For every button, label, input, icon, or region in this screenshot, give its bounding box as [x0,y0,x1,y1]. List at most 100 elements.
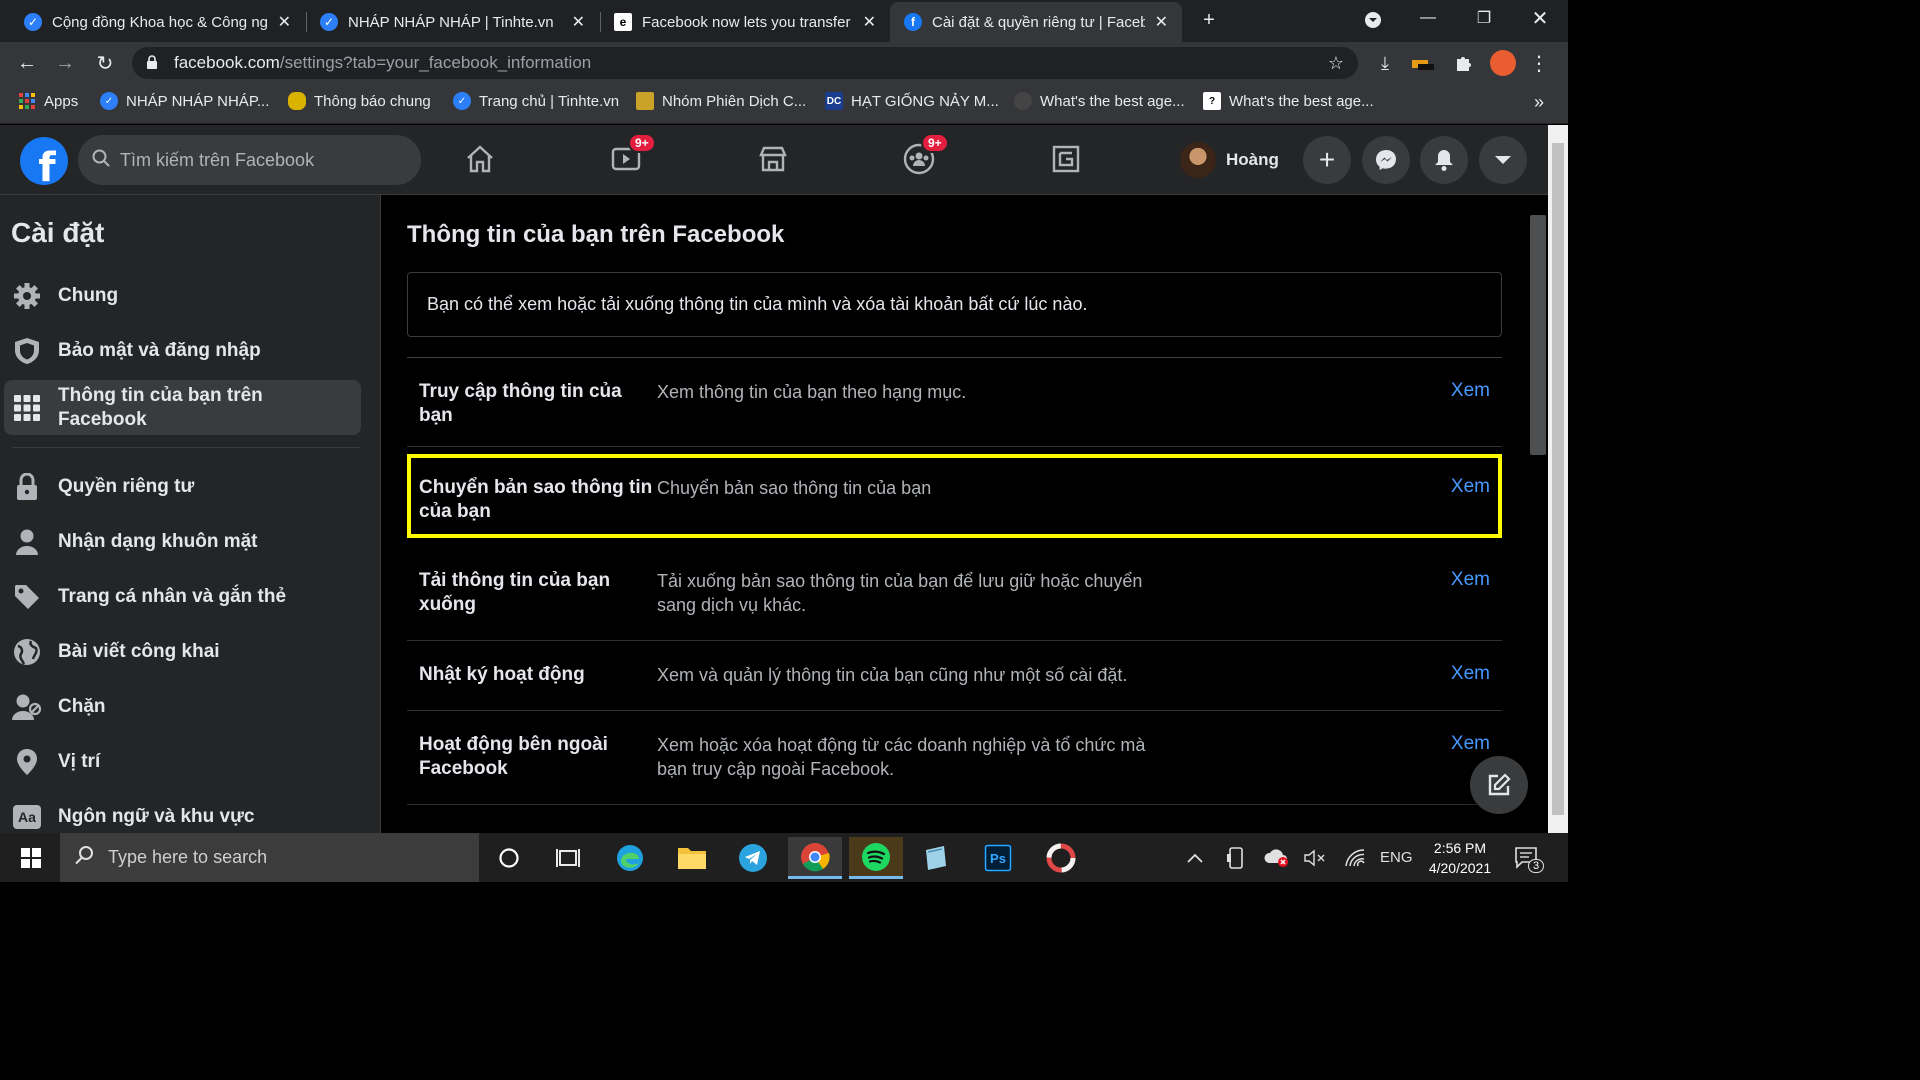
new-message-compose-icon[interactable] [1470,756,1528,814]
bookmark-tinhte-home[interactable]: ✓ Trang chủ | Tinhte.vn [453,92,619,110]
facebook-logo-icon[interactable]: f [20,137,68,185]
cortana-circle-icon[interactable] [482,837,536,879]
snipping-tool-icon[interactable] [1034,837,1088,879]
profile-button[interactable]: Hoàng [1180,140,1279,180]
onedrive-error-icon[interactable] [1264,833,1290,882]
close-tab-icon[interactable]: ✕ [1155,12,1168,32]
system-clock[interactable]: 2:56 PM 4/20/2021 [1420,838,1500,878]
view-link[interactable]: Xem [1451,380,1490,402]
view-link[interactable]: Xem [1451,733,1490,755]
account-menu-chevron-down-icon[interactable] [1479,136,1527,184]
page-title: Thông tin của bạn trên Facebook [407,221,785,248]
lock-icon [12,472,42,502]
spotify-icon[interactable] [849,837,903,879]
marketplace-icon[interactable] [753,139,793,179]
avatar [1180,142,1216,178]
notification-count-badge: 3 [1528,859,1545,873]
minimize-icon[interactable]: — [1400,0,1456,36]
page-scrollbar[interactable] [1548,125,1568,833]
view-link[interactable]: Xem [1451,569,1490,591]
edge-browser-icon[interactable] [603,837,657,879]
back-arrow-icon[interactable]: ← [12,48,42,78]
gaming-icon[interactable] [1046,139,1086,179]
bookmark-hat-giong[interactable]: DC HẠT GIỐNG NẢY M... [825,92,999,110]
settings-main-panel: Thông tin của bạn trên Facebook Bạn có t… [382,195,1528,833]
new-tab-icon[interactable]: + [1194,5,1224,35]
volume-muted-icon[interactable] [1304,833,1326,882]
reload-icon[interactable]: ↻ [90,48,120,78]
facebook-search-input[interactable]: Tìm kiếm trên Facebook [78,135,421,185]
task-view-icon[interactable] [541,837,595,879]
tab-1[interactable]: ✓ Cộng đồng Khoa học & Công ng ✕ [10,2,305,42]
sidebar-item-public-posts[interactable]: Bài viết công khai [4,625,361,679]
tab-3[interactable]: e Facebook now lets you transfer p ✕ [600,2,890,42]
restore-icon[interactable]: ❐ [1456,0,1512,36]
tab-search-icon[interactable] [1358,5,1388,35]
sidebar-item-language-and-region[interactable]: Aa Ngôn ngữ và khu vực [4,790,361,833]
profile-avatar-icon[interactable] [1488,48,1518,78]
svg-text:Ps: Ps [990,851,1006,866]
device-tray-icon[interactable] [1227,833,1245,882]
groups-badge: 9+ [921,133,949,153]
wifi-icon[interactable] [1344,833,1366,882]
row-off-facebook-activity: Hoạt động bên ngoài Facebook Xem hoặc xó… [407,711,1502,805]
close-tab-icon[interactable]: ✕ [278,12,291,32]
bookmark-star-icon[interactable]: ☆ [1328,53,1344,74]
view-link[interactable]: Xem [1451,663,1490,685]
close-window-icon[interactable]: ✕ [1512,0,1568,36]
sidebar-item-security[interactable]: Bảo mật và đăng nhập [4,324,361,378]
tab-2[interactable]: ✓ NHÁP NHÁP NHÁP | Tinhte.vn ✕ [306,2,599,42]
file-explorer-icon[interactable] [665,837,719,879]
windows-start-icon[interactable] [4,837,58,879]
photoshop-icon[interactable]: Ps [971,837,1025,879]
watch-icon[interactable]: 9+ [606,133,656,179]
grid-icon [12,393,42,423]
bookmark-nhom-phien-dich[interactable]: Nhóm Phiên Dịch C... [636,92,806,110]
groups-icon[interactable]: 9+ [899,133,949,179]
bookmark-thong-bao[interactable]: Thông báo chung [288,92,431,110]
sidebar-item-location[interactable]: Vị trí [4,735,361,789]
close-tab-icon[interactable]: ✕ [863,12,876,32]
telegram-icon[interactable] [726,837,780,879]
sidebar-item-face-recognition[interactable]: Nhận dạng khuôn mặt [4,515,361,569]
tab-4-active[interactable]: f Cài đặt & quyền riêng tư | Faceb ✕ [890,2,1182,42]
input-language[interactable]: ENG [1380,833,1413,882]
bookmark-best-age-2[interactable]: ? What's the best age... [1203,92,1374,110]
sidebar-item-your-facebook-information[interactable]: Thông tin của bạn trên Facebook [4,380,361,435]
forward-arrow-icon[interactable]: → [50,48,80,78]
dc-favicon-icon: DC [825,92,843,110]
content-scrollbar[interactable] [1528,195,1548,833]
engadget-favicon-icon: e [614,13,632,31]
create-plus-icon[interactable]: + [1303,136,1351,184]
taskbar-search-input[interactable]: Type here to search [60,833,479,882]
address-bar[interactable]: facebook.com/settings?tab=your_facebook_… [132,47,1358,79]
notepad-app-icon[interactable] [909,837,963,879]
chrome-icon[interactable] [788,837,842,879]
notifications-bell-icon[interactable] [1420,136,1468,184]
sidebar-item-profile-and-tagging[interactable]: Trang cá nhân và gắn thẻ [4,570,361,624]
messenger-icon[interactable] [1362,136,1410,184]
sidebar-item-general[interactable]: Chung [4,269,361,323]
sidebar-item-blocking[interactable]: Chặn [4,680,361,734]
sidebar-item-privacy[interactable]: Quyền riêng tư [4,460,361,514]
settings-sidebar: Cài đặt Chung Bảo mật và đăng nhập Thông… [0,195,381,833]
shield-icon [12,336,42,366]
view-link[interactable]: Xem [1451,476,1490,498]
action-center-notification-icon[interactable]: 3 [1514,833,1545,882]
tag-icon [12,582,42,612]
more-menu-icon[interactable]: ⋮ [1524,48,1554,78]
row-transfer-copy-highlighted: Chuyển bản sao thông tin của bạn Chuyển … [407,454,1502,538]
question-favicon-icon: ? [1203,92,1221,110]
tinhte-favicon-icon: ✓ [320,13,338,31]
puzzle-extensions-icon[interactable] [1448,48,1478,78]
extension-icon[interactable] [1408,48,1438,78]
show-hidden-icons-chevron-up-icon[interactable] [1186,833,1204,882]
bookmark-nhap[interactable]: ✓ NHÁP NHÁP NHÁP... [100,92,269,110]
bookmark-best-age-1[interactable]: What's the best age... [1014,92,1185,110]
download-icon[interactable]: ⤓ [1370,48,1400,78]
more-bookmarks-icon[interactable]: » [1534,92,1544,113]
home-icon[interactable] [460,139,500,179]
bookmark-apps[interactable]: Apps [18,92,78,110]
close-tab-icon[interactable]: ✕ [572,12,585,32]
facebook-header: f Tìm kiếm trên Facebook 9+ 9+ Hoàng + [0,125,1548,195]
